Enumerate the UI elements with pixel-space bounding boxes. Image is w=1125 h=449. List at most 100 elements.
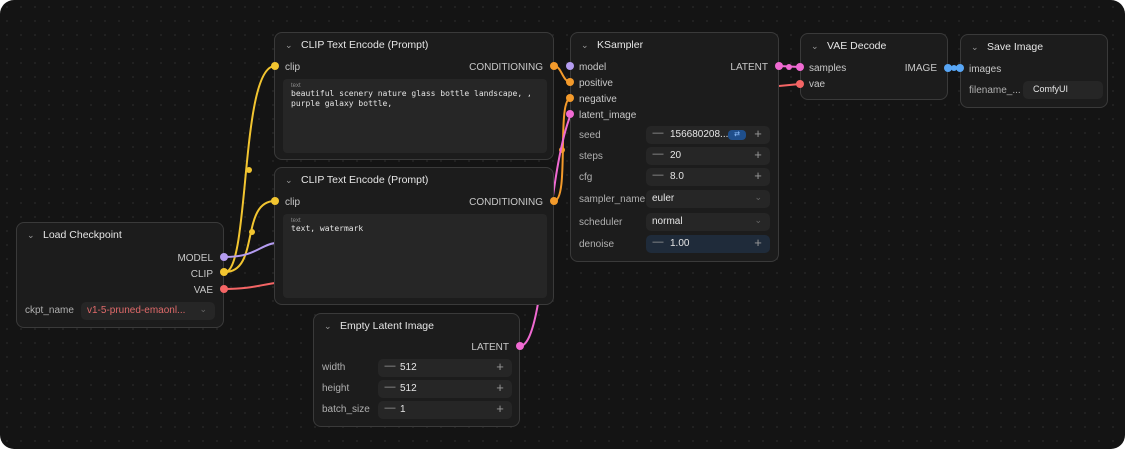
input-images-dot[interactable] — [956, 64, 964, 72]
minus-icon[interactable]: — — [652, 236, 664, 248]
cfg-label: cfg — [579, 172, 593, 183]
height-stepper[interactable]: — 512 + — [378, 380, 512, 398]
input-clip-label: clip — [285, 197, 301, 208]
minus-icon[interactable]: — — [652, 169, 664, 181]
node-header[interactable]: ⌄ CLIP Text Encode (Prompt) — [275, 168, 553, 192]
minus-icon[interactable]: — — [384, 402, 396, 414]
graph-canvas[interactable]: ⌄ Load Checkpoint MODEL CLIP VAE ckpt_na… — [0, 0, 1125, 449]
node-header[interactable]: ⌄ CLIP Text Encode (Prompt) — [275, 33, 553, 57]
node-title: CLIP Text Encode (Prompt) — [301, 39, 429, 51]
chevron-down-icon[interactable]: ⌄ — [581, 40, 597, 51]
cfg-stepper[interactable]: — 8.0 + — [646, 168, 770, 186]
output-conditioning-dot[interactable] — [550, 197, 558, 205]
input-vae-dot[interactable] — [796, 80, 804, 88]
plus-icon[interactable]: + — [752, 126, 764, 141]
denoise-value: 1.00 — [670, 238, 690, 249]
batch-size-stepper[interactable]: — 1 + — [378, 401, 512, 419]
chevron-down-icon[interactable]: ⌄ — [285, 40, 301, 51]
seed-value: 156680208... — [670, 129, 729, 140]
output-model-label: MODEL — [177, 253, 213, 264]
output-conditioning-dot[interactable] — [550, 62, 558, 70]
node-header[interactable]: ⌄ Empty Latent Image — [314, 314, 519, 338]
wire-reroute-dot — [559, 147, 565, 153]
output-vae-label: VAE — [193, 285, 213, 296]
output-latent-dot[interactable] — [516, 342, 524, 350]
ksampler-node[interactable]: ⌄ KSampler model LATENT positive negativ… — [570, 32, 779, 262]
output-conditioning-label: CONDITIONING — [469, 197, 543, 208]
batch-size-value: 1 — [400, 404, 406, 415]
node-header[interactable]: ⌄ Save Image — [961, 35, 1107, 59]
scheduler-select[interactable]: normal ⌄ — [646, 213, 770, 231]
clip-text-encode-positive-node[interactable]: ⌄ CLIP Text Encode (Prompt) clip CONDITI… — [274, 32, 554, 160]
chevron-down-icon[interactable]: ⌄ — [27, 230, 43, 241]
input-clip-label: clip — [285, 62, 301, 73]
chevron-down-icon: ⌄ — [754, 192, 762, 202]
seed-stepper[interactable]: — 156680208... ⇄ + — [646, 126, 770, 144]
plus-icon[interactable]: + — [752, 168, 764, 183]
minus-icon[interactable]: — — [384, 360, 396, 372]
node-header[interactable]: ⌄ KSampler — [571, 33, 778, 57]
input-negative-dot[interactable] — [566, 94, 574, 102]
node-title: CLIP Text Encode (Prompt) — [301, 174, 429, 186]
wire-reroute-dot — [249, 229, 255, 235]
output-vae-dot[interactable] — [220, 285, 228, 293]
sampler-name-select[interactable]: euler ⌄ — [646, 190, 770, 208]
wire-reroute-dot — [246, 167, 252, 173]
wire-clip-to-positive — [224, 65, 276, 273]
vae-decode-node[interactable]: ⌄ VAE Decode samples IMAGE vae — [800, 33, 948, 100]
input-clip-dot[interactable] — [271, 62, 279, 70]
input-latent-image-label: latent_image — [579, 110, 637, 121]
denoise-stepper[interactable]: — 1.00 + — [646, 235, 770, 253]
steps-stepper[interactable]: — 20 + — [646, 147, 770, 165]
output-latent-label: LATENT — [471, 342, 509, 353]
prompt-text: beautiful scenery nature glass bottle la… — [291, 89, 537, 108]
plus-icon[interactable]: + — [752, 235, 764, 250]
output-latent-label: LATENT — [730, 62, 768, 73]
input-model-dot[interactable] — [566, 62, 574, 70]
input-positive-dot[interactable] — [566, 78, 574, 86]
input-model-label: model — [579, 62, 607, 73]
prompt-textarea[interactable]: text beautiful scenery nature glass bott… — [283, 79, 547, 153]
height-value: 512 — [400, 383, 417, 394]
chevron-down-icon[interactable]: ⌄ — [285, 175, 301, 186]
plus-icon[interactable]: + — [752, 147, 764, 162]
output-image-dot[interactable] — [944, 64, 952, 72]
batch-size-label: batch_size — [322, 404, 370, 415]
output-clip-dot[interactable] — [220, 268, 228, 276]
node-title: Load Checkpoint — [43, 229, 122, 241]
input-latent-image-dot[interactable] — [566, 110, 574, 118]
shuffle-icon[interactable]: ⇄ — [728, 130, 746, 140]
node-title: VAE Decode — [827, 40, 887, 52]
input-positive-label: positive — [579, 78, 613, 89]
node-header[interactable]: ⌄ VAE Decode — [801, 34, 947, 58]
empty-latent-image-node[interactable]: ⌄ Empty Latent Image LATENT width — 512 … — [313, 313, 520, 427]
node-header[interactable]: ⌄ Load Checkpoint — [17, 223, 223, 247]
plus-icon[interactable]: + — [494, 380, 506, 395]
plus-icon[interactable]: + — [494, 401, 506, 416]
width-stepper[interactable]: — 512 + — [378, 359, 512, 377]
plus-icon[interactable]: + — [494, 359, 506, 374]
chevron-down-icon[interactable]: ⌄ — [324, 321, 340, 332]
chevron-down-icon: ⌄ — [754, 215, 762, 225]
filename-prefix-input[interactable]: ComfyUI — [1023, 81, 1103, 99]
chevron-down-icon[interactable]: ⌄ — [971, 42, 987, 53]
chevron-down-icon: ⌄ — [199, 304, 207, 314]
load-checkpoint-node[interactable]: ⌄ Load Checkpoint MODEL CLIP VAE ckpt_na… — [16, 222, 224, 328]
chevron-down-icon[interactable]: ⌄ — [811, 41, 827, 52]
steps-value: 20 — [670, 150, 682, 161]
clip-text-encode-negative-node[interactable]: ⌄ CLIP Text Encode (Prompt) clip CONDITI… — [274, 167, 554, 305]
ckpt-name-select[interactable]: v1-5-pruned-emaonl... ⌄ — [81, 302, 215, 320]
minus-icon[interactable]: — — [384, 381, 396, 393]
scheduler-value: normal — [652, 216, 683, 227]
scheduler-label: scheduler — [579, 217, 623, 228]
minus-icon[interactable]: — — [652, 148, 664, 160]
input-samples-dot[interactable] — [796, 63, 804, 71]
node-title: Empty Latent Image — [340, 320, 434, 332]
save-image-node[interactable]: ⌄ Save Image images filename_... ComfyUI — [960, 34, 1108, 108]
output-clip-label: CLIP — [190, 269, 213, 280]
prompt-textarea[interactable]: text text, watermark — [283, 214, 547, 298]
output-latent-dot[interactable] — [775, 62, 783, 70]
output-model-dot[interactable] — [220, 253, 228, 261]
minus-icon[interactable]: — — [652, 127, 664, 139]
input-clip-dot[interactable] — [271, 197, 279, 205]
